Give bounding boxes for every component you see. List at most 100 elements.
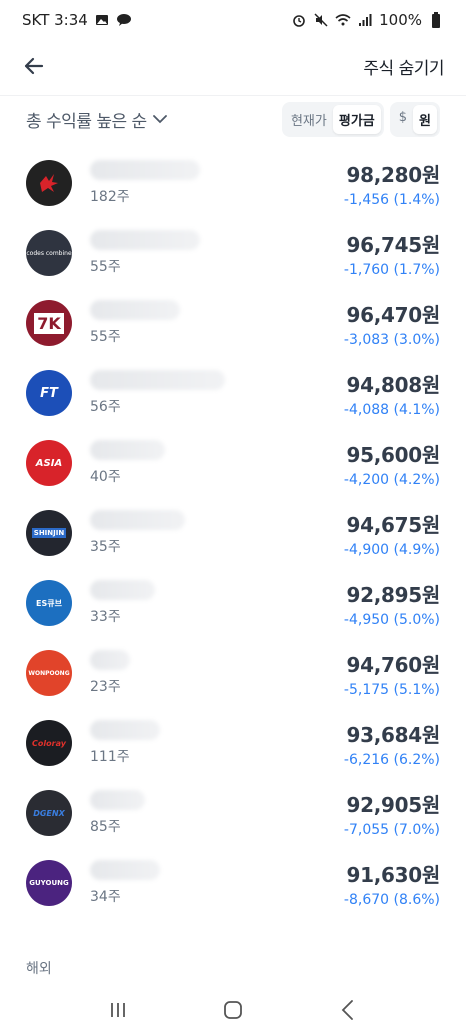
holding-qty: 40주	[90, 469, 121, 485]
home-button[interactable]	[213, 990, 253, 1030]
seven-k-logo-icon: 7K	[26, 300, 72, 346]
holding-qty: 35주	[90, 539, 121, 555]
holding-change: -4,950 (5.0%)	[343, 611, 440, 628]
alarm-icon	[291, 12, 307, 28]
holding-change: -6,216 (6.2%)	[343, 751, 440, 768]
holding-qty: 34주	[90, 889, 121, 905]
currency-toggle: $ 원	[389, 101, 440, 137]
stock-name-redacted	[90, 510, 185, 530]
holding-change: -4,900 (4.9%)	[343, 541, 440, 558]
holding-row[interactable]: Coloray 111주 93,684원 -6,216 (6.2%)	[0, 708, 466, 778]
codes-combine-logo-icon: codes combine	[26, 230, 72, 276]
chevron-down-icon	[152, 115, 167, 124]
holding-row[interactable]: WONPOONG 23주 94,760원 -5,175 (5.1%)	[0, 638, 466, 708]
battery-icon	[428, 12, 444, 28]
holding-qty: 55주	[90, 329, 121, 345]
dragon-logo-icon	[26, 160, 72, 206]
escube-logo-icon: ES큐브	[26, 580, 72, 626]
holding-change: -5,175 (5.1%)	[343, 681, 440, 698]
holding-value: 98,280원	[346, 162, 441, 187]
holding-value: 95,600원	[346, 442, 441, 467]
system-back-button[interactable]	[328, 990, 368, 1030]
filter-row: 총 수익률 높은 순 현재가 평가금 $ 원	[0, 100, 466, 138]
stock-name-redacted	[90, 440, 165, 460]
chat-bubble-icon	[116, 12, 132, 28]
holding-qty: 56주	[90, 399, 121, 415]
holding-qty: 111주	[90, 749, 130, 765]
stock-name-redacted	[90, 720, 160, 740]
wifi-icon	[335, 12, 351, 28]
sort-dropdown[interactable]: 총 수익률 높은 순	[26, 107, 167, 132]
holding-value: 96,470원	[346, 302, 441, 327]
holding-row[interactable]: DGENX 85주 92,905원 -7,055 (7.0%)	[0, 778, 466, 848]
status-bar: SKT 3:34 100%	[0, 0, 466, 40]
holding-value: 94,808원	[346, 372, 441, 397]
holding-change: -8,670 (8.6%)	[343, 891, 440, 908]
coloray-logo-icon: Coloray	[26, 720, 72, 766]
back-arrow-icon	[24, 57, 44, 75]
chevron-left-icon	[342, 1000, 354, 1020]
sort-label: 총 수익률 높은 순	[26, 111, 147, 132]
stock-name-redacted	[90, 790, 145, 810]
holding-row[interactable]: codes combine 55주 96,745원 -1,760 (1.7%)	[0, 218, 466, 288]
toggle-usd[interactable]: $	[393, 105, 413, 134]
holding-change: -7,055 (7.0%)	[343, 821, 440, 838]
holdings-list: 182주 98,280원 -1,456 (1.4%) codes combine…	[0, 148, 466, 918]
recent-apps-icon	[110, 1003, 125, 1017]
toggle-current-price[interactable]: 현재가	[285, 105, 333, 134]
toggle-krw[interactable]: 원	[413, 104, 437, 134]
holding-value: 93,684원	[346, 722, 441, 747]
carrier-time: SKT 3:34	[22, 11, 88, 29]
holding-qty: 55주	[90, 259, 121, 275]
holding-row[interactable]: ASIA 40주 95,600원 -4,200 (4.2%)	[0, 428, 466, 498]
holding-qty: 33주	[90, 609, 121, 625]
holding-change: -3,083 (3.0%)	[343, 331, 440, 348]
ft-logo-icon: FT	[26, 370, 72, 416]
holding-row[interactable]: SHINJIN 35주 94,675원 -4,900 (4.9%)	[0, 498, 466, 568]
holding-row[interactable]: GUYOUNG 34주 91,630원 -8,670 (8.6%)	[0, 848, 466, 918]
stock-name-redacted	[90, 160, 200, 180]
stock-name-redacted	[90, 300, 180, 320]
holding-change: -1,760 (1.7%)	[343, 261, 440, 278]
price-toggle: 현재가 평가금	[281, 101, 384, 137]
recent-apps-button[interactable]	[98, 990, 138, 1030]
wonpoong-logo-icon: WONPOONG	[26, 650, 72, 696]
holding-change: -4,200 (4.2%)	[343, 471, 440, 488]
stock-name-redacted	[90, 230, 200, 250]
holding-row[interactable]: ES큐브 33주 92,895원 -4,950 (5.0%)	[0, 568, 466, 638]
overseas-section-label: 해외	[26, 961, 52, 977]
hide-stocks-button[interactable]: 주식 숨기기	[363, 54, 444, 79]
signal-icon	[357, 12, 373, 28]
stock-name-redacted	[90, 650, 130, 670]
asia-logo-icon: ASIA	[26, 440, 72, 486]
holding-row[interactable]: FT 56주 94,808원 -4,088 (4.1%)	[0, 358, 466, 428]
app-bar: 주식 숨기기	[0, 40, 466, 92]
toggle-valuation[interactable]: 평가금	[332, 104, 381, 134]
holding-value: 91,630원	[346, 862, 441, 887]
holding-value: 92,905원	[346, 792, 441, 817]
dgenx-logo-icon: DGENX	[26, 790, 72, 836]
stock-name-redacted	[90, 580, 155, 600]
holding-value: 94,675원	[346, 512, 441, 537]
holding-value: 96,745원	[346, 232, 441, 257]
holding-qty: 23주	[90, 679, 121, 695]
battery-level: 100%	[379, 11, 422, 29]
stock-name-redacted	[90, 860, 160, 880]
back-button[interactable]	[18, 50, 50, 82]
holding-value: 92,895원	[346, 582, 441, 607]
holding-value: 94,760원	[346, 652, 441, 677]
header-divider	[0, 95, 466, 96]
mute-icon	[313, 12, 329, 28]
system-nav-bar	[0, 984, 466, 1036]
holding-qty: 85주	[90, 819, 121, 835]
home-icon	[224, 1001, 242, 1019]
guyoung-logo-icon: GUYOUNG	[26, 860, 72, 906]
shinjin-logo-icon: SHINJIN	[26, 510, 72, 556]
holding-qty: 182주	[90, 189, 130, 205]
gallery-icon	[94, 12, 110, 28]
stock-name-redacted	[90, 370, 225, 390]
holding-row[interactable]: 7K 55주 96,470원 -3,083 (3.0%)	[0, 288, 466, 358]
holding-row[interactable]: 182주 98,280원 -1,456 (1.4%)	[0, 148, 466, 218]
holding-change: -4,088 (4.1%)	[343, 401, 440, 418]
holding-change: -1,456 (1.4%)	[343, 191, 440, 208]
